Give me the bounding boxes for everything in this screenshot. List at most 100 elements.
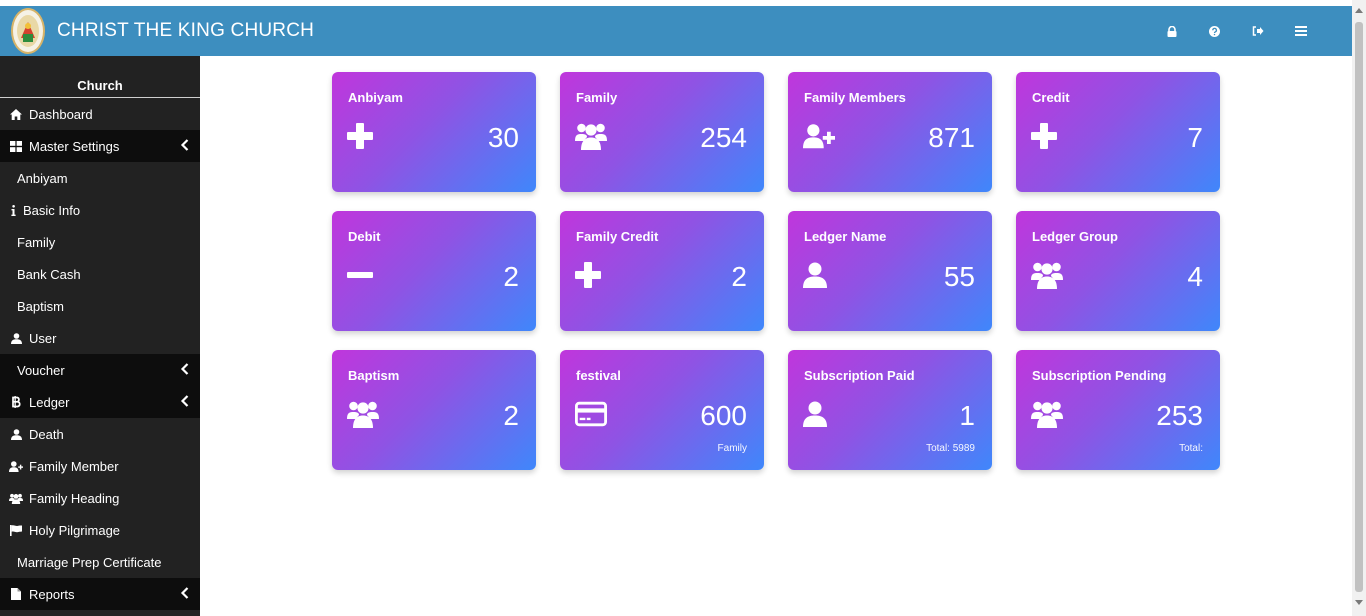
sidebar-item-label: Holy Pilgrimage: [29, 522, 121, 538]
card-label: Baptism: [348, 368, 400, 383]
card-value: 254: [700, 122, 747, 153]
sidebar-item-marriage-prep-certificate[interactable]: Marriage Prep Certificate: [0, 546, 200, 578]
card-festival[interactable]: festival 600 Family: [560, 350, 764, 470]
th-large-icon: [9, 139, 23, 153]
sidebar-item-user[interactable]: User: [0, 322, 200, 354]
card-subtext: Total: 5989: [926, 443, 975, 454]
card-label: Family Members: [804, 90, 906, 105]
sidebar-item-master-settings[interactable]: Master Settings: [0, 130, 200, 162]
sidebar-item-label: Bank Cash: [17, 266, 81, 282]
app-header: CHRIST THE KING CHURCH: [0, 6, 1352, 56]
sidebar-item-family-heading[interactable]: Family Heading: [0, 482, 200, 514]
chevron-left-icon[interactable]: [180, 395, 190, 407]
sidebar-item-label: User: [29, 330, 57, 346]
minus-icon: [347, 259, 379, 291]
card-value: 30: [487, 122, 519, 153]
user-icon: [803, 398, 835, 430]
chevron-left-icon[interactable]: [180, 587, 190, 599]
card-ledger-group[interactable]: Ledger Group 4: [1016, 211, 1220, 331]
flag-icon: [9, 523, 23, 537]
card-label: Family: [576, 90, 618, 105]
sidebar-item-baptism[interactable]: Baptism: [0, 290, 200, 322]
card-label: Credit: [1032, 90, 1070, 105]
sign-out-icon[interactable]: [1236, 6, 1279, 56]
sidebar-item-label: Family Heading: [29, 490, 120, 506]
card-debit[interactable]: Debit 2: [332, 211, 536, 331]
sidebar-item-label: Family Member: [29, 458, 119, 474]
sidebar-item-dashboard[interactable]: Dashboard: [0, 98, 200, 130]
sidebar-item-label: Reports: [29, 586, 75, 602]
card-label: Subscription Pending: [1032, 368, 1167, 383]
sidebar-item-reports[interactable]: Reports: [0, 578, 200, 610]
users-icon: [347, 398, 379, 430]
chevron-left-icon[interactable]: [180, 139, 190, 151]
card-family-credit[interactable]: Family Credit 2: [560, 211, 764, 331]
sidebar: Church Dashboard Master Settings Anbiyam…: [0, 56, 200, 616]
file-icon: [9, 587, 23, 601]
card-value: 1: [959, 400, 975, 431]
card-family[interactable]: Family 254: [560, 72, 764, 192]
scroll-down-arrow[interactable]: [1355, 600, 1363, 605]
card-label: Anbiyam: [348, 90, 403, 105]
church-logo[interactable]: [11, 8, 45, 54]
sidebar-item-basic-info[interactable]: Basic Info: [0, 194, 200, 226]
card-subscription-paid[interactable]: Subscription Paid 1 Total: 5989: [788, 350, 992, 470]
menu-icon[interactable]: [1279, 6, 1322, 56]
card-family-members[interactable]: Family Members 871: [788, 72, 992, 192]
users-icon: [575, 120, 607, 152]
sidebar-item-death[interactable]: Death: [0, 418, 200, 450]
user-plus-icon: [803, 120, 835, 152]
card-value: 2: [503, 400, 519, 431]
bitcoin-icon: [9, 395, 23, 409]
lock-icon[interactable]: [1150, 6, 1193, 56]
sidebar-item-anbiyam[interactable]: Anbiyam: [0, 162, 200, 194]
card-anbiyam[interactable]: Anbiyam 30: [332, 72, 536, 192]
card-value: 2: [503, 261, 519, 292]
card-value: 55: [943, 261, 975, 292]
dashboard-cards: Anbiyam 30 Family 254 Family Members 871…: [332, 72, 1222, 470]
sidebar-item-family[interactable]: Family: [0, 226, 200, 258]
question-circle-icon[interactable]: [1193, 6, 1236, 56]
sidebar-item-label: Ledger: [29, 394, 70, 410]
info-icon: [9, 203, 17, 217]
sidebar-item-label: Family: [17, 234, 56, 250]
card-subscription-pending[interactable]: Subscription Pending 253 Total:: [1016, 350, 1220, 470]
card-baptism[interactable]: Baptism 2: [332, 350, 536, 470]
sidebar-item-voucher[interactable]: Voucher: [0, 354, 200, 386]
user-icon: [9, 331, 23, 345]
sidebar-item-label: Voucher: [17, 362, 65, 378]
plus-icon: [1031, 120, 1063, 152]
scroll-thumb[interactable]: [1355, 22, 1363, 592]
user-plus-icon: [9, 459, 23, 473]
card-label: festival: [576, 368, 621, 383]
page-scrollbar[interactable]: [1352, 0, 1366, 616]
header-toolbar: [1150, 6, 1322, 56]
card-value: 253: [1156, 400, 1203, 431]
card-value: 7: [1187, 122, 1203, 153]
card-credit[interactable]: Credit 7: [1016, 72, 1220, 192]
users-icon: [1031, 259, 1063, 291]
card-subtext: Total:: [1179, 443, 1203, 454]
sidebar-item-label: Basic Info: [23, 202, 81, 218]
card-label: Ledger Group: [1032, 229, 1118, 244]
card-value: 2: [731, 261, 747, 292]
app-title[interactable]: CHRIST THE KING CHURCH: [57, 20, 314, 42]
scroll-up-arrow[interactable]: [1355, 8, 1363, 13]
card-label: Ledger Name: [804, 229, 887, 244]
plus-icon: [575, 259, 607, 291]
card-label: Debit: [348, 229, 381, 244]
credit-card-icon: [575, 398, 607, 430]
sidebar-item-holy-pilgrimage[interactable]: Holy Pilgrimage: [0, 514, 200, 546]
sidebar-item-label: Master Settings: [29, 138, 120, 154]
sidebar-item-label: Dashboard: [29, 106, 93, 122]
sidebar-item-ledger[interactable]: Ledger: [0, 386, 200, 418]
sidebar-item-bank-cash[interactable]: Bank Cash: [0, 258, 200, 290]
users-icon: [9, 491, 23, 505]
chevron-left-icon[interactable]: [180, 363, 190, 375]
sidebar-item-family-member[interactable]: Family Member: [0, 450, 200, 482]
card-label: Subscription Paid: [804, 368, 915, 383]
sidebar-item-label: Death: [29, 426, 64, 442]
card-ledger-name[interactable]: Ledger Name 55: [788, 211, 992, 331]
users-icon: [1031, 398, 1063, 430]
card-value: 600: [700, 400, 747, 431]
